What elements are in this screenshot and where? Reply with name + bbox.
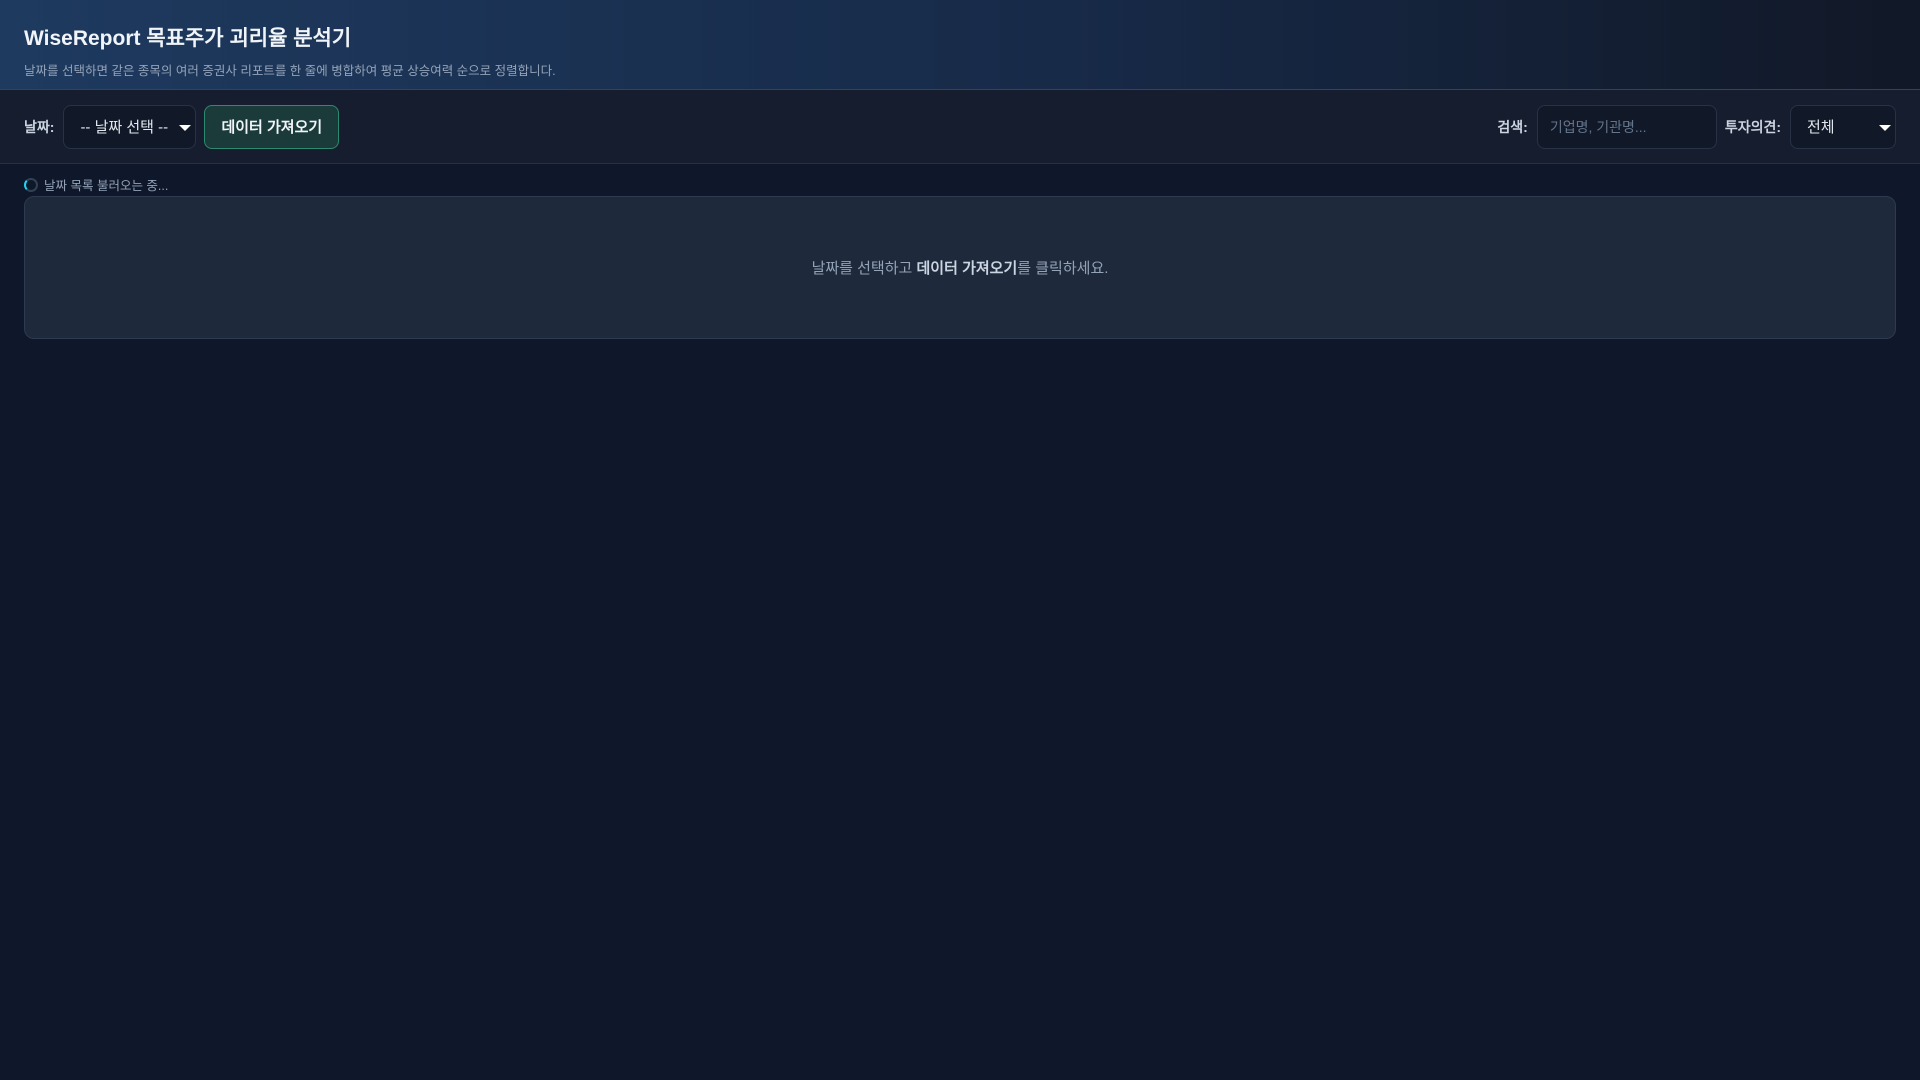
- search-label: 검색:: [1497, 118, 1528, 135]
- message-emphasis: 데이터 가져오기: [916, 260, 1018, 277]
- date-label: 날짜:: [24, 118, 55, 135]
- date-select[interactable]: -- 날짜 선택 --: [63, 104, 197, 149]
- empty-state-message: 날짜를 선택하고 데이터 가져오기를 클릭하세요.: [812, 257, 1109, 278]
- message-text-end: 를 클릭하세요.: [1017, 260, 1109, 277]
- date-select-value: -- 날짜 선택 --: [80, 119, 169, 136]
- opinion-select-value: 전체: [1807, 119, 1835, 136]
- opinion-select[interactable]: 전체: [1790, 104, 1896, 149]
- fetch-data-button[interactable]: 데이터 가져오기: [204, 104, 340, 149]
- page-title: WiseReport 목표주가 괴리율 분석기: [24, 27, 352, 50]
- loading-status: 날짜 목록 불러오는 중...: [0, 164, 1920, 196]
- spinner-icon: [24, 177, 38, 192]
- chevron-down-icon: [179, 124, 192, 131]
- opinion-label: 투자의견:: [1724, 118, 1781, 135]
- page-subtitle: 날짜를 선택하면 같은 종목의 여러 증권사 리포트를 한 줄에 병합하여 평균…: [24, 64, 556, 78]
- message-text: 날짜를 선택하고: [811, 260, 917, 277]
- search-placeholder: 기업명, 기관명...: [1549, 118, 1647, 135]
- status-text: 날짜 목록 불러오는 중...: [44, 179, 169, 193]
- chevron-down-icon: [1879, 124, 1891, 131]
- app-header: WiseReport 목표주가 괴리율 분석기 날짜를 선택하면 같은 종목의 …: [0, 0, 1920, 90]
- search-input[interactable]: 기업명, 기관명...: [1536, 104, 1717, 149]
- toolbar: 날짜: -- 날짜 선택 -- 데이터 가져오기 검색: 기업명, 기관명...…: [0, 90, 1920, 164]
- empty-state-panel: 날짜를 선택하고 데이터 가져오기를 클릭하세요.: [24, 196, 1896, 339]
